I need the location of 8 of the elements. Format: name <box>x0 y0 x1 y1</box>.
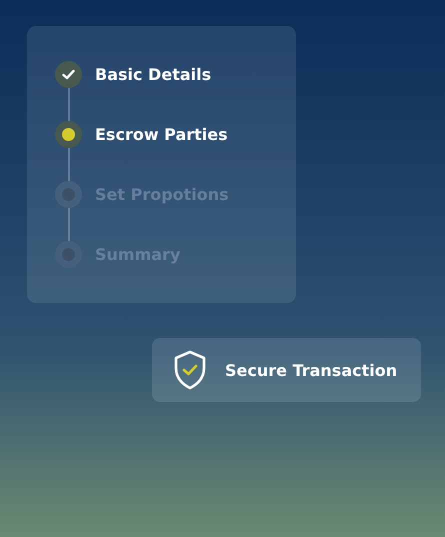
step-dot-icon <box>55 121 82 148</box>
step-dot-icon <box>55 241 82 268</box>
step-label[interactable]: Escrow Parties <box>95 125 228 144</box>
shield-check-icon <box>173 350 207 390</box>
badge-label: Secure Transaction <box>225 360 398 380</box>
step-dot-icon <box>55 181 82 208</box>
check-circle-icon <box>55 61 82 88</box>
step-label[interactable]: Basic Details <box>95 65 212 84</box>
